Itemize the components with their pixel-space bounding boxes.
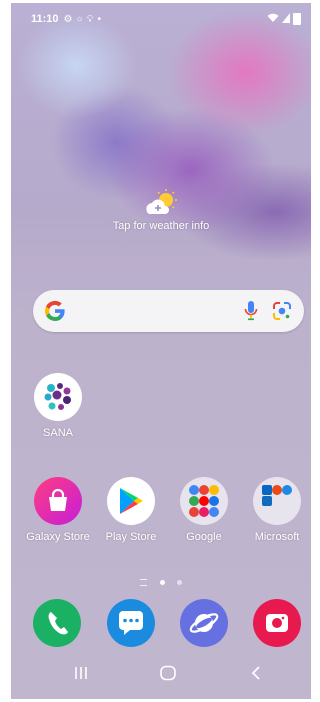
- play-store-icon: [107, 477, 155, 525]
- weather-sun-cloud-icon: [141, 189, 181, 217]
- voice-search-mic-icon[interactable]: [244, 300, 258, 322]
- google-search-bar[interactable]: [33, 290, 304, 332]
- bulb-notification-icon: 💡︎: [86, 13, 94, 25]
- navigation-bar: [11, 655, 311, 699]
- app-label-galaxy-store: Galaxy Store: [26, 531, 90, 543]
- camera-icon[interactable]: [253, 599, 301, 647]
- recent-apps-button[interactable]: [73, 665, 89, 686]
- weather-label: Tap for weather info: [112, 220, 210, 232]
- folder-microsoft[interactable]: Microsoft: [243, 477, 311, 543]
- app-label-play-store: Play Store: [105, 531, 157, 543]
- galaxy-store-bag-icon: [34, 477, 82, 525]
- folder-label-google: Google: [186, 531, 222, 543]
- page-indicator[interactable]: [11, 574, 311, 592]
- status-bar: 11:10 ⚙ ○ 💡︎ •: [31, 11, 301, 27]
- google-g-icon: [43, 299, 67, 323]
- battery-icon: [293, 13, 301, 25]
- page-list-icon: [140, 579, 148, 587]
- weather-widget[interactable]: Tap for weather info: [11, 189, 311, 232]
- clock: 11:10: [31, 13, 59, 25]
- messages-icon[interactable]: [107, 599, 155, 647]
- internet-icon[interactable]: [180, 599, 228, 647]
- home-button[interactable]: [159, 665, 177, 686]
- sana-icon: [34, 373, 82, 421]
- page-dot: [176, 580, 182, 586]
- google-folder-icon: [180, 477, 228, 525]
- folder-google[interactable]: Google: [170, 477, 238, 543]
- app-galaxy-store[interactable]: Galaxy Store: [24, 477, 92, 543]
- app-sana[interactable]: SANA: [24, 373, 92, 439]
- sync-notification-icon: ○: [76, 13, 83, 25]
- google-lens-icon[interactable]: [272, 301, 292, 321]
- microsoft-folder-icon: [253, 477, 301, 525]
- app-play-store[interactable]: Play Store: [97, 477, 165, 543]
- wifi-icon: [267, 13, 279, 26]
- home-screen: 11:10 ⚙ ○ 💡︎ • Tap for weather info SANA…: [11, 3, 311, 699]
- back-button[interactable]: [249, 665, 263, 686]
- signal-icon: [282, 12, 290, 26]
- folder-label-microsoft: Microsoft: [254, 531, 300, 543]
- app-label-sana: SANA: [43, 427, 73, 439]
- dot-notification-icon: •: [97, 13, 102, 25]
- settings-notification-icon: ⚙: [63, 13, 73, 25]
- page-dot-active: [159, 580, 165, 586]
- phone-icon[interactable]: [33, 599, 81, 647]
